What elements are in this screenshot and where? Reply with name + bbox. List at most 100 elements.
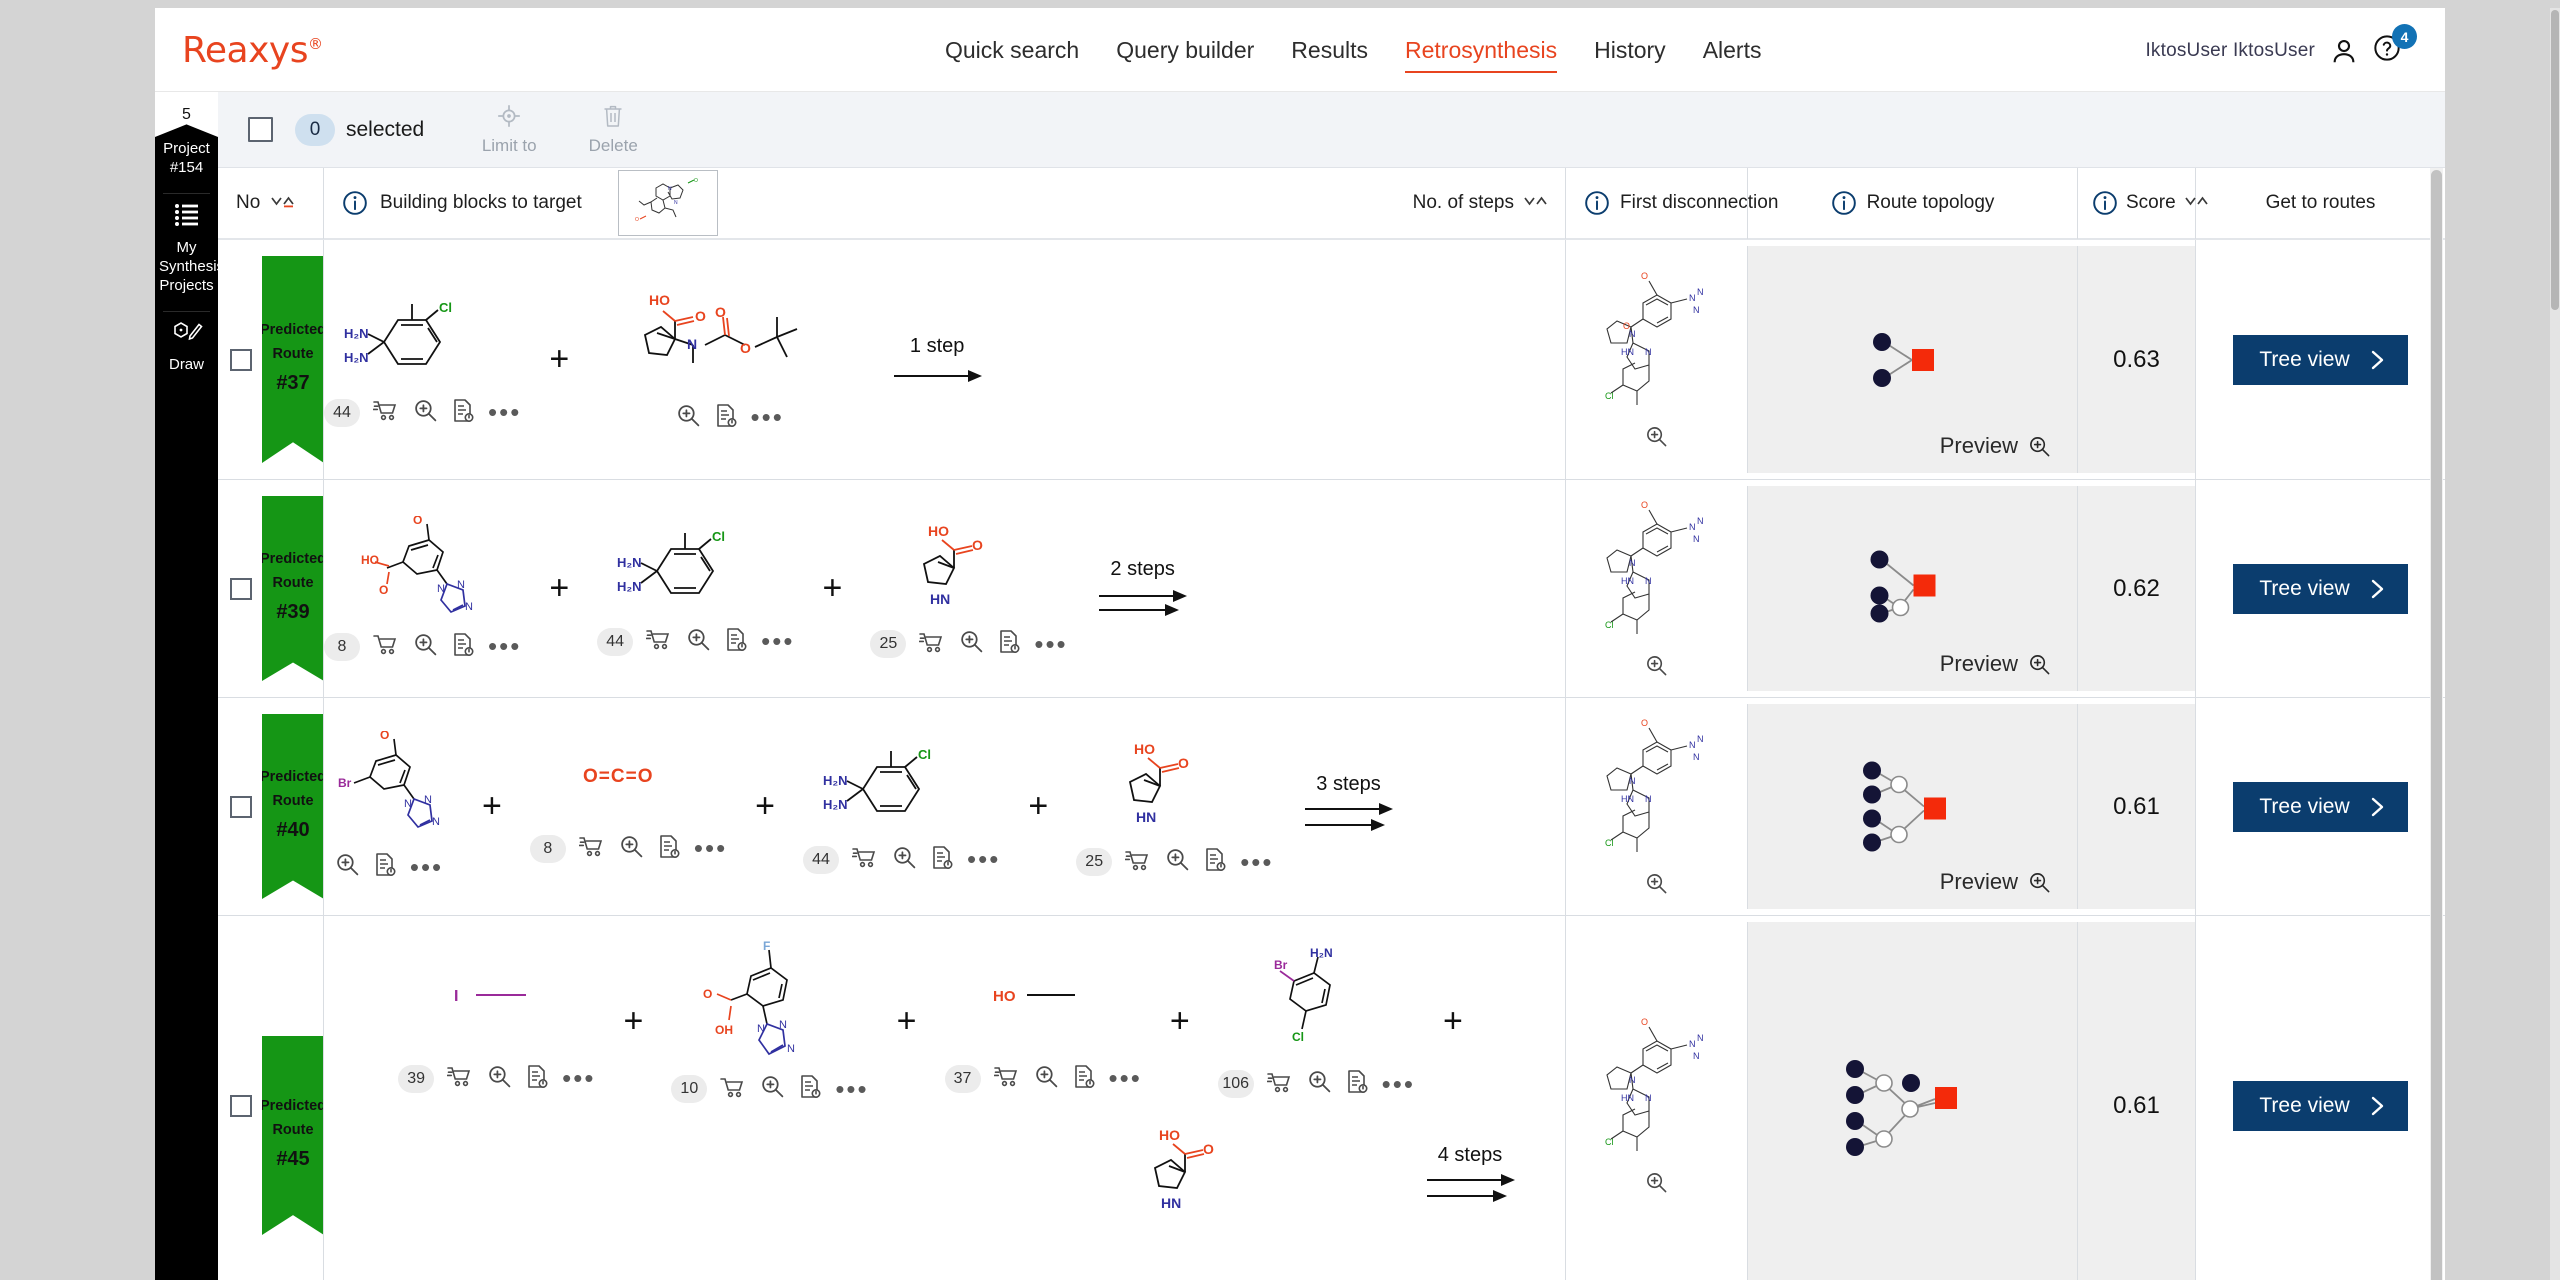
row-checkbox[interactable] (230, 795, 252, 818)
molecule-diagram[interactable]: O=C=O (569, 750, 689, 800)
first-disconnection-molecule[interactable]: O N N N N HN N Cl (1597, 714, 1717, 864)
cart-icon[interactable] (372, 398, 400, 427)
preview-button[interactable]: Preview (1940, 869, 2051, 895)
table-scrollbar[interactable] (2430, 168, 2443, 1280)
molecule-diagram[interactable]: HO O HN (1100, 736, 1250, 841)
more-options-icon[interactable]: ••• (1109, 1065, 1142, 1091)
delete-button[interactable]: Delete (572, 103, 654, 156)
nav-query-builder[interactable]: Query builder (1116, 37, 1254, 71)
zoom-icon[interactable] (1645, 1171, 1668, 1199)
column-header-score[interactable]: Score (2077, 168, 2208, 239)
document-icon[interactable] (714, 403, 738, 433)
document-icon[interactable] (657, 834, 681, 864)
more-options-icon[interactable]: ••• (1034, 631, 1067, 657)
window-scrollbar[interactable] (2550, 8, 2560, 1280)
zoom-icon[interactable] (487, 1064, 512, 1094)
nav-quick-search[interactable]: Quick search (945, 37, 1079, 71)
limit-to-button[interactable]: Limit to (468, 103, 550, 156)
rail-item-project[interactable]: Project #154 (155, 137, 218, 193)
nav-alerts[interactable]: Alerts (1703, 37, 1762, 71)
zoom-icon[interactable] (413, 632, 438, 662)
more-options-icon[interactable]: ••• (1382, 1071, 1415, 1097)
column-header-no[interactable]: No (218, 168, 323, 239)
zoom-icon[interactable] (1034, 1064, 1059, 1094)
document-icon[interactable] (451, 632, 475, 662)
document-icon[interactable] (724, 627, 748, 657)
cart-icon[interactable] (446, 1064, 474, 1093)
rail-item-my-synthesis-projects[interactable]: My Synthesis Projects (155, 194, 224, 311)
zoom-icon[interactable] (1645, 654, 1668, 682)
tree-view-button[interactable]: Tree view (2233, 334, 2408, 385)
nav-results[interactable]: Results (1291, 37, 1368, 71)
nav-retrosynthesis[interactable]: Retrosynthesis (1405, 37, 1558, 73)
select-all-checkbox[interactable] (248, 117, 273, 142)
more-options-icon[interactable]: ••• (562, 1065, 595, 1091)
cart-icon[interactable] (720, 1075, 747, 1104)
zoom-icon[interactable] (413, 398, 438, 428)
more-options-icon[interactable]: ••• (761, 628, 794, 654)
row-checkbox[interactable] (230, 1094, 252, 1117)
more-options-icon[interactable]: ••• (410, 854, 443, 880)
cart-icon[interactable] (993, 1064, 1021, 1093)
document-icon[interactable] (373, 852, 397, 882)
more-options-icon[interactable]: ••• (488, 399, 521, 425)
molecule-diagram[interactable]: HO O HN (894, 518, 1044, 623)
molecule-diagram[interactable]: O HO O N N N (353, 516, 493, 626)
zoom-icon[interactable] (1645, 872, 1668, 900)
preview-button[interactable]: Preview (1940, 433, 2051, 459)
molecule-diagram[interactable]: F O OH N N N (695, 938, 845, 1068)
molecule-diagram[interactable]: HO O HN (1125, 1122, 1275, 1227)
cart-icon[interactable] (919, 630, 946, 659)
document-icon[interactable] (798, 1074, 822, 1104)
info-icon-first-disconnection[interactable] (1584, 190, 1610, 216)
cart-icon[interactable] (851, 845, 879, 874)
molecule-diagram[interactable]: O Br N N N (324, 731, 454, 846)
cart-icon[interactable] (373, 632, 400, 661)
zoom-icon[interactable] (892, 845, 917, 875)
info-icon-building-blocks[interactable] (342, 190, 368, 216)
more-options-icon[interactable]: ••• (967, 846, 1000, 872)
molecule-diagram[interactable]: HO O N O O (597, 287, 862, 397)
document-icon[interactable] (525, 1064, 549, 1094)
sort-icon-steps[interactable] (1523, 193, 1551, 213)
zoom-icon[interactable] (760, 1074, 785, 1104)
info-icon-score[interactable] (2092, 190, 2118, 216)
column-header-steps[interactable]: No. of steps (1385, 168, 1565, 239)
more-options-icon[interactable]: ••• (488, 633, 521, 659)
more-options-icon[interactable]: ••• (751, 404, 784, 430)
zoom-icon[interactable] (959, 629, 984, 659)
molecule-diagram[interactable]: Cl H₂N H₂N (611, 521, 781, 621)
document-icon[interactable] (1072, 1064, 1096, 1094)
window-scrollbar-thumb[interactable] (2551, 10, 2559, 310)
row-checkbox[interactable] (230, 577, 252, 600)
sort-icon-no[interactable] (270, 193, 298, 213)
document-icon[interactable] (451, 398, 475, 428)
zoom-icon[interactable] (676, 403, 701, 433)
cart-icon[interactable] (578, 834, 606, 863)
sort-icon-score[interactable] (2184, 193, 2212, 213)
more-options-icon[interactable]: ••• (694, 835, 727, 861)
zoom-icon[interactable] (1165, 847, 1190, 877)
molecule-diagram[interactable]: H₂N Br Cl (1246, 943, 1386, 1063)
document-icon[interactable] (1203, 847, 1227, 877)
target-molecule-thumbnail[interactable]: O O N N (617, 170, 718, 236)
molecule-diagram[interactable]: Cl H₂N H₂N (817, 739, 987, 839)
row-checkbox[interactable] (230, 348, 252, 371)
cart-icon[interactable] (1124, 848, 1152, 877)
cart-icon[interactable] (645, 627, 673, 656)
zoom-icon[interactable] (686, 627, 711, 657)
first-disconnection-molecule[interactable]: O N N N N HN N Cl (1597, 496, 1717, 646)
cart-icon[interactable] (1266, 1070, 1294, 1099)
help-button[interactable]: 4 (2373, 24, 2417, 68)
tree-view-button[interactable]: Tree view (2233, 781, 2408, 832)
zoom-icon[interactable] (619, 834, 644, 864)
document-icon[interactable] (930, 845, 954, 875)
rail-item-draw[interactable]: Draw (155, 312, 218, 390)
more-options-icon[interactable]: ••• (1240, 849, 1273, 875)
first-disconnection-molecule[interactable]: O N N N N HN N Cl (1597, 1013, 1717, 1163)
preview-button[interactable]: Preview (1940, 651, 2051, 677)
document-icon[interactable] (997, 629, 1021, 659)
molecule-diagram[interactable]: I (442, 949, 552, 1034)
zoom-icon[interactable] (335, 852, 360, 882)
user-account-icon[interactable] (2329, 36, 2359, 66)
